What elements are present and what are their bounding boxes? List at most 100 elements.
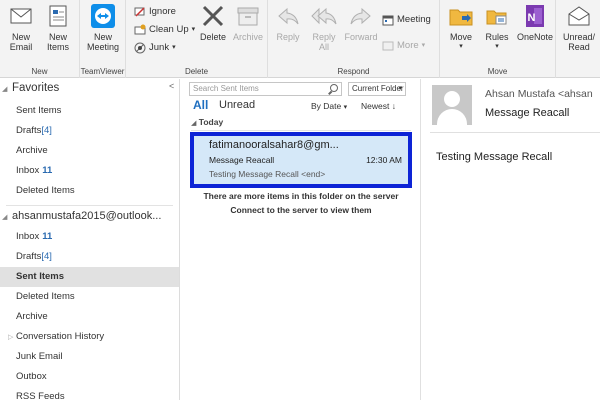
group-collapse-icon: ◢ bbox=[191, 120, 197, 127]
rules-icon bbox=[484, 3, 510, 29]
sort-dropdown-icon: ▾ bbox=[343, 104, 348, 111]
message-item[interactable]: fatimanooralsahar8@gm... Message Reacall… bbox=[190, 132, 412, 188]
onenote-button[interactable]: N OneNote bbox=[514, 3, 556, 42]
delete-button[interactable]: Delete bbox=[196, 3, 230, 42]
ignore-icon bbox=[134, 6, 146, 18]
favorite-drafts[interactable]: Drafts[4] bbox=[0, 121, 179, 141]
delete-x-icon bbox=[200, 3, 226, 29]
folder-inbox[interactable]: Inbox 11 bbox=[0, 227, 179, 247]
archive-icon bbox=[235, 3, 261, 29]
folder-rss-feeds[interactable]: RSS Feeds bbox=[0, 387, 179, 400]
message-subject: Message Reacall bbox=[209, 155, 275, 165]
more-respond-button[interactable]: More ▾ bbox=[382, 38, 425, 54]
unread-read-button[interactable]: Unread/ Read bbox=[560, 3, 598, 52]
reply-icon bbox=[275, 3, 301, 29]
more-items-notice: There are more items in this folder on t… bbox=[203, 191, 399, 201]
scope-dropdown-icon: ▾ bbox=[398, 85, 402, 92]
tags-group: Unread/ Read bbox=[556, 0, 600, 78]
onenote-icon: N bbox=[522, 3, 548, 29]
message-list-pane: Search Sent Items Current Folder ▾ All U… bbox=[181, 79, 421, 400]
group-header-today[interactable]: ◢ Today bbox=[191, 117, 411, 131]
new-items-button[interactable]: New Items bbox=[40, 3, 76, 52]
new-group-label: New bbox=[31, 67, 48, 76]
calendar-icon bbox=[382, 14, 394, 26]
reply-button[interactable]: Reply bbox=[272, 3, 304, 42]
search-icon[interactable] bbox=[330, 84, 338, 92]
tab-all[interactable]: All bbox=[193, 98, 208, 112]
ignore-button[interactable]: Ignore bbox=[134, 4, 176, 20]
reading-body: Testing Message Recall bbox=[436, 151, 553, 163]
folder-outbox[interactable]: Outbox bbox=[0, 367, 179, 387]
respond-group-label: Respond bbox=[337, 67, 370, 76]
sort-order-toggle[interactable]: Newest ↓ bbox=[361, 101, 396, 111]
junk-button[interactable]: Junk ▾ bbox=[134, 40, 176, 56]
folder-sent-items[interactable]: Sent Items bbox=[0, 267, 179, 287]
tab-unread[interactable]: Unread bbox=[219, 99, 255, 111]
folder-move-icon bbox=[448, 3, 474, 29]
respond-group: Reply Reply All Forward Meeting More ▾ R… bbox=[268, 0, 440, 78]
rules-button[interactable]: Rules ▾ bbox=[480, 3, 514, 52]
junk-icon bbox=[134, 42, 146, 54]
account-header[interactable]: ahsanmustafa2015@outlook... bbox=[12, 210, 161, 222]
reading-header-divider bbox=[430, 132, 600, 133]
move-dropdown-icon: ▾ bbox=[459, 43, 463, 50]
meeting-button[interactable]: Meeting bbox=[382, 12, 431, 28]
avatar-head-icon bbox=[444, 91, 460, 107]
folder-drafts[interactable]: Drafts[4] bbox=[0, 247, 179, 267]
avatar bbox=[432, 85, 472, 125]
search-scope-dropdown[interactable]: Current Folder ▾ bbox=[348, 82, 406, 96]
reading-sender[interactable]: Ahsan Mustafa <ahsan bbox=[485, 88, 593, 100]
clean-up-icon bbox=[134, 24, 146, 36]
move-group-label: Move bbox=[487, 67, 508, 76]
teamviewer-icon bbox=[90, 3, 116, 29]
reply-all-button[interactable]: Reply All bbox=[308, 3, 340, 52]
new-meeting-button[interactable]: New Meeting bbox=[82, 3, 124, 52]
clean-up-dropdown-icon: ▾ bbox=[191, 26, 196, 33]
favorite-deleted-items[interactable]: Deleted Items bbox=[0, 181, 179, 201]
favorites-divider bbox=[6, 205, 173, 206]
folder-deleted-items[interactable]: Deleted Items bbox=[0, 287, 179, 307]
svg-text:N: N bbox=[528, 12, 536, 24]
move-button[interactable]: Move ▾ bbox=[444, 3, 478, 52]
message-sender: fatimanooralsahar8@gm... bbox=[209, 139, 339, 151]
folder-archive[interactable]: Archive bbox=[0, 307, 179, 327]
forward-button[interactable]: Forward bbox=[342, 3, 380, 42]
avatar-body-icon bbox=[437, 109, 467, 125]
new-items-icon bbox=[45, 3, 71, 29]
archive-button[interactable]: Archive bbox=[230, 3, 266, 42]
message-time: 12:30 AM bbox=[366, 155, 402, 165]
new-group: New Email New Items New bbox=[0, 0, 80, 78]
clean-up-button[interactable]: Clean Up ▾ bbox=[134, 22, 195, 38]
move-group: Move ▾ Rules ▾ N OneNote Move bbox=[440, 0, 556, 78]
account-expand-icon[interactable]: ◢ bbox=[2, 213, 7, 221]
new-email-button[interactable]: New Email bbox=[4, 3, 38, 52]
folder-conversation-history[interactable]: Conversation History bbox=[0, 327, 179, 347]
message-preview: Testing Message Recall <end> bbox=[209, 169, 326, 179]
folder-junk-email[interactable]: Junk Email bbox=[0, 347, 179, 367]
delete-group: Ignore Clean Up ▾ Junk ▾ Delete Archive … bbox=[126, 0, 268, 78]
favorite-inbox[interactable]: Inbox 11 bbox=[0, 161, 179, 181]
reading-pane: Ahsan Mustafa <ahsan Message Reacall Tes… bbox=[422, 79, 600, 400]
more-dropdown-icon: ▾ bbox=[421, 42, 426, 49]
connect-to-server-link[interactable]: Connect to the server to view them bbox=[181, 205, 421, 215]
teamviewer-group: New Meeting TeamViewer bbox=[80, 0, 126, 78]
delete-group-label: Delete bbox=[184, 67, 209, 76]
collapse-pane-icon[interactable]: < bbox=[169, 81, 174, 91]
teamviewer-group-label: TeamViewer bbox=[80, 67, 125, 76]
envelope-icon bbox=[8, 3, 34, 29]
more-icon bbox=[382, 40, 394, 52]
favorite-archive[interactable]: Archive bbox=[0, 141, 179, 161]
favorites-expand-icon[interactable]: ◢ bbox=[2, 85, 7, 93]
search-input[interactable]: Search Sent Items bbox=[189, 82, 342, 96]
folder-pane: ◢ Favorites < Sent Items Drafts[4] Archi… bbox=[0, 79, 180, 400]
forward-icon bbox=[348, 3, 374, 29]
favorites-header[interactable]: Favorites bbox=[12, 82, 59, 94]
reply-all-icon bbox=[311, 3, 337, 29]
sort-by-dropdown[interactable]: By Date ▾ bbox=[311, 101, 347, 111]
rules-dropdown-icon: ▾ bbox=[495, 43, 499, 50]
open-envelope-icon bbox=[566, 3, 592, 29]
arrow-down-icon: ↓ bbox=[391, 101, 396, 111]
reading-subject: Message Reacall bbox=[485, 107, 570, 119]
favorite-sent-items[interactable]: Sent Items bbox=[0, 101, 179, 121]
junk-dropdown-icon: ▾ bbox=[172, 44, 176, 51]
